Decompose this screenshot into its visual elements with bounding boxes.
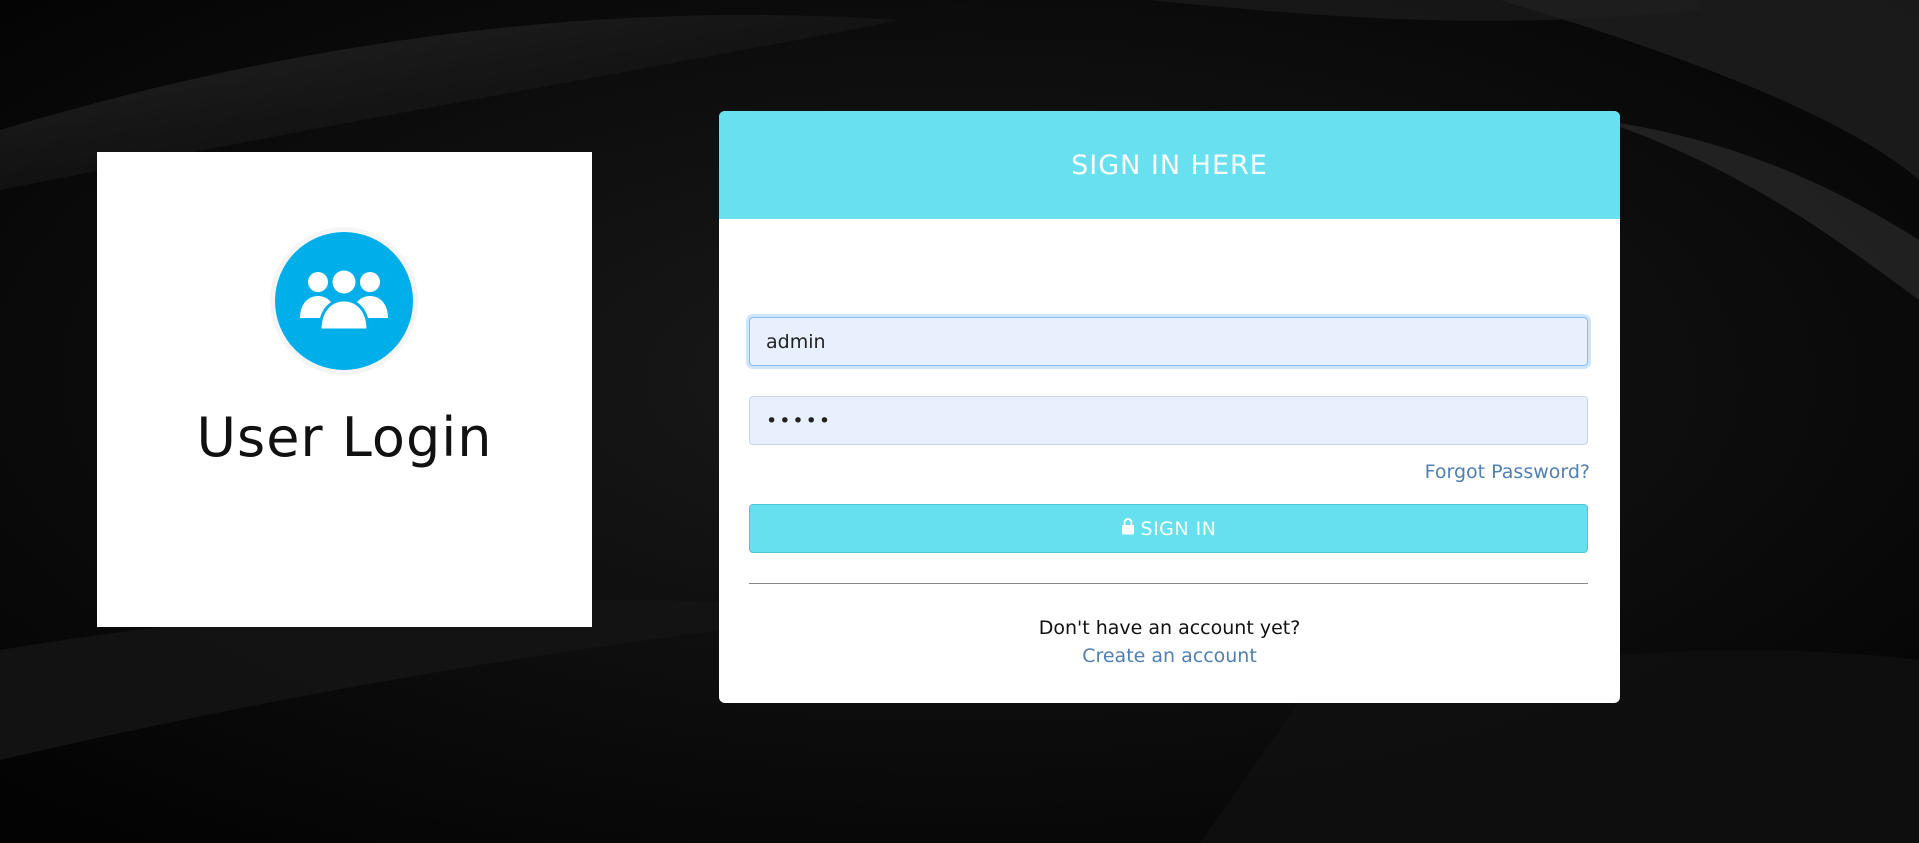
signin-card: SIGN IN HERE Forgot Password? SIGN IN Do… bbox=[719, 111, 1620, 703]
forgot-password-link[interactable]: Forgot Password? bbox=[1425, 461, 1590, 483]
username-input[interactable] bbox=[749, 317, 1588, 366]
no-account-text: Don't have an account yet? bbox=[1038, 617, 1301, 639]
signin-header-title: SIGN IN HERE bbox=[1071, 149, 1268, 181]
sign-in-button[interactable]: SIGN IN bbox=[749, 504, 1588, 553]
create-account-link[interactable]: Create an account bbox=[719, 645, 1620, 667]
sign-in-button-label: SIGN IN bbox=[1140, 517, 1217, 540]
brand-panel: User Login bbox=[97, 152, 592, 627]
divider bbox=[749, 583, 1588, 584]
lock-icon bbox=[1121, 517, 1135, 540]
users-group-icon bbox=[275, 232, 413, 370]
signin-header: SIGN IN HERE bbox=[719, 111, 1620, 219]
brand-title: User Login bbox=[196, 406, 493, 469]
password-input[interactable] bbox=[749, 396, 1588, 445]
brand-icon-ring bbox=[270, 227, 418, 375]
